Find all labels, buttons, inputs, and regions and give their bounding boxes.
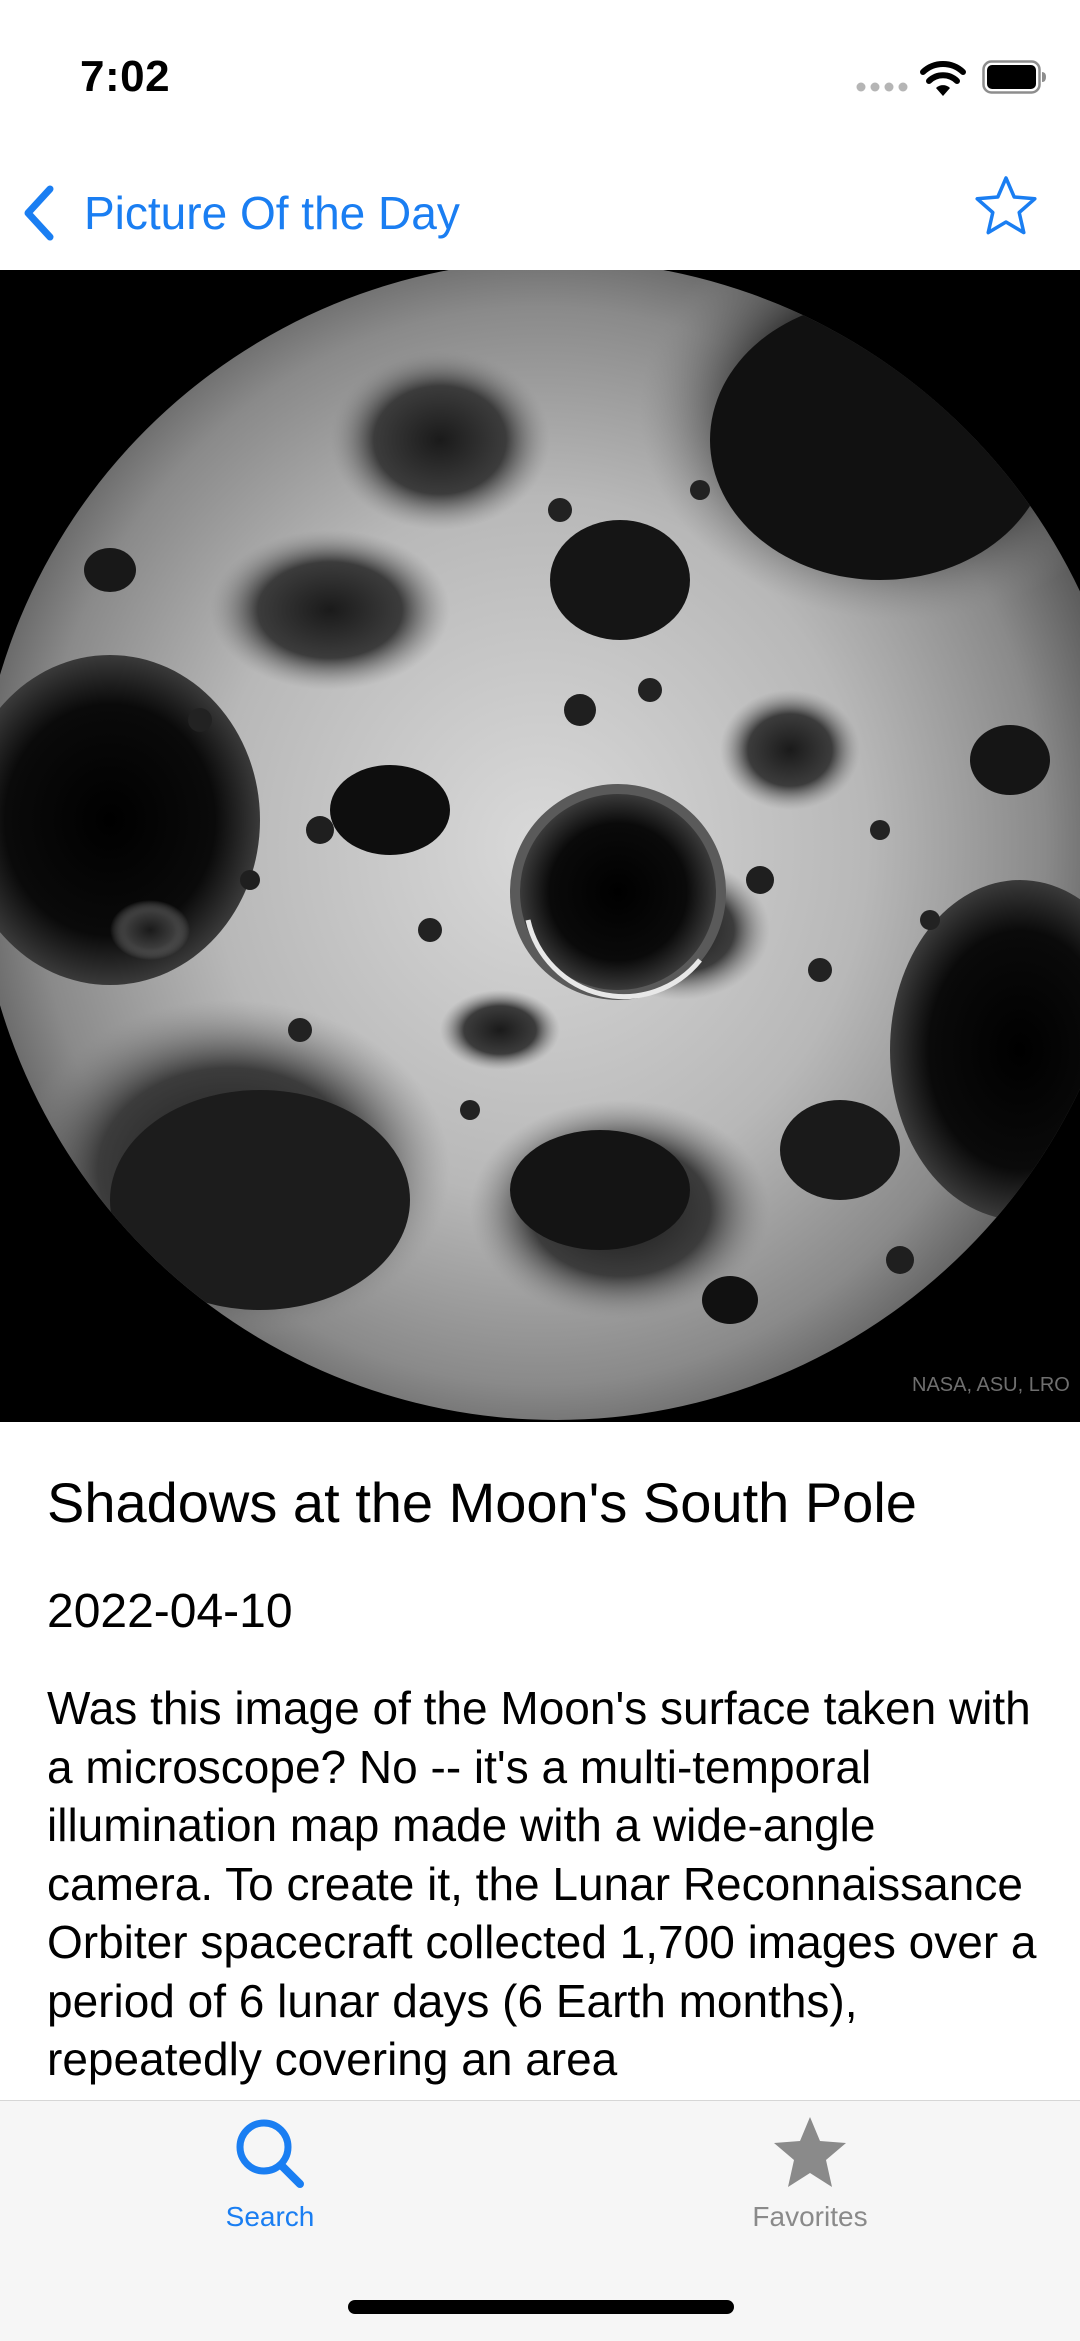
apod-date: 2022-04-10 — [47, 1585, 293, 1638]
back-button[interactable]: Picture Of the Day — [20, 178, 460, 248]
cellular-signal-icon — [856, 82, 908, 92]
star-filled-icon — [774, 2117, 846, 2187]
tab-favorites-label: Favorites — [752, 2201, 868, 2232]
status-time: 7:02 — [80, 52, 171, 101]
apod-explanation: Was this image of the Moon's surface tak… — [47, 1682, 1037, 2085]
star-outline-icon[interactable] — [974, 174, 1038, 238]
tab-favorites[interactable]: Favorites — [690, 2115, 930, 2265]
apod-content: Shadows at the Moon's South Pole 2022-04… — [47, 1470, 1037, 2089]
back-button-label: Picture Of the Day — [84, 187, 460, 239]
wifi-icon — [920, 61, 966, 96]
status-bar: 7:02 — [0, 0, 1080, 150]
moon-illumination-image — [0, 270, 1080, 1422]
chevron-left-icon — [24, 185, 54, 241]
search-icon — [236, 2119, 304, 2188]
tab-search[interactable]: Search — [150, 2115, 390, 2265]
navigation-bar: Picture Of the Day — [0, 150, 1080, 270]
home-indicator — [348, 2300, 734, 2314]
tab-search-label: Search — [225, 2201, 315, 2232]
apod-image[interactable] — [0, 270, 1080, 1422]
battery-icon — [982, 60, 1046, 94]
apod-title: Shadows at the Moon's South Pole — [47, 1471, 917, 1534]
image-credit: NASA, ASU, LRO — [912, 1374, 1070, 1396]
